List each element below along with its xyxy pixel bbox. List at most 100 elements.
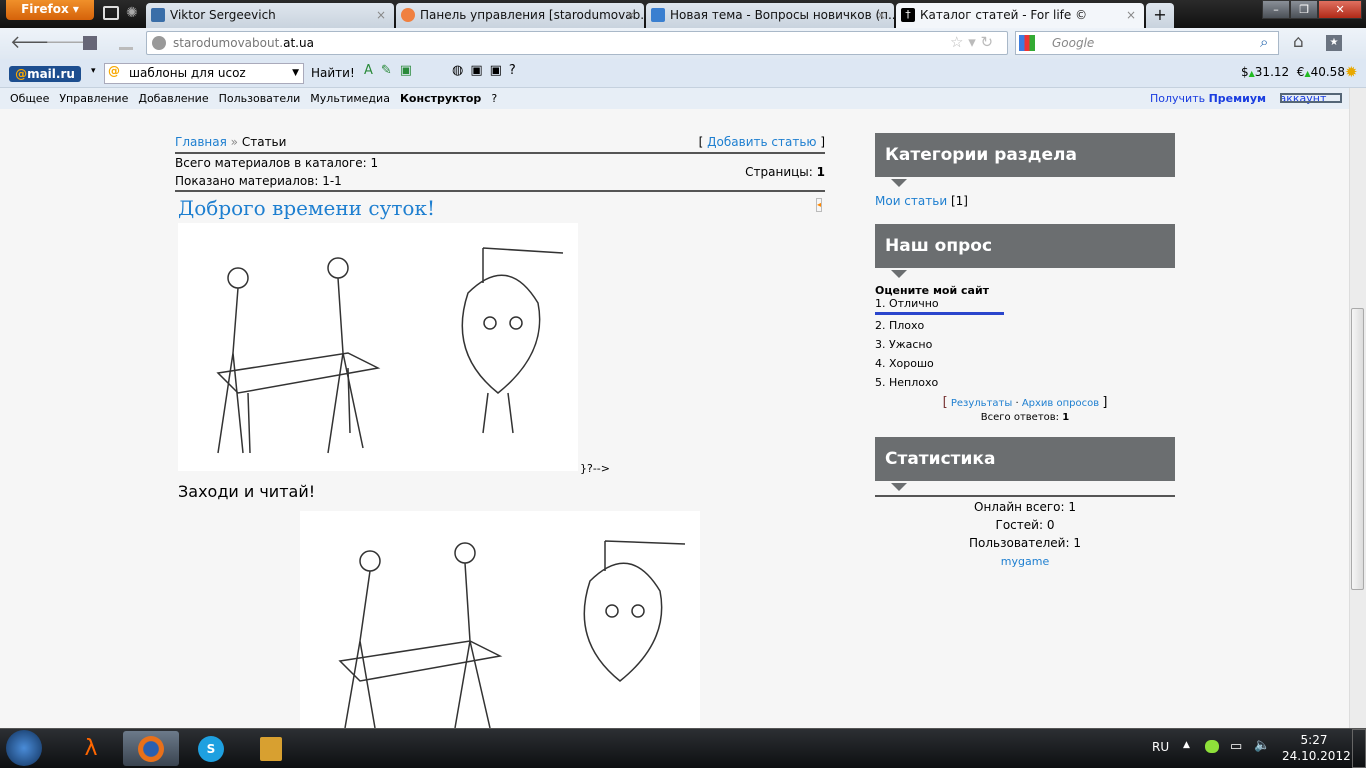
menu-constructor[interactable]: Конструктор: [400, 92, 481, 105]
tab-groups-icon[interactable]: [103, 6, 119, 20]
gear-icon[interactable]: ✹: [1345, 63, 1358, 81]
online-label: Онлайн всего:: [974, 500, 1065, 514]
poll-header: Наш опрос: [875, 224, 1175, 278]
close-tab-icon[interactable]: ×: [376, 3, 386, 27]
tab-title: Viktor Sergeevich: [170, 8, 276, 22]
clock-date: 24.10.2012: [1282, 749, 1351, 763]
chevron-down-icon[interactable]: ▼: [292, 64, 299, 83]
start-button[interactable]: [6, 730, 42, 766]
firefox-label: Firefox: [21, 2, 69, 16]
maximize-button[interactable]: ❐: [1290, 0, 1319, 19]
tab-title: Новая тема - Вопросы новичков (п...: [670, 8, 894, 22]
poll-archive-link[interactable]: Архив опросов: [1022, 398, 1099, 409]
show-hidden-icons[interactable]: ▲: [1183, 740, 1190, 750]
tab-active[interactable]: † Каталог статей - For life © ×: [896, 3, 1144, 28]
collapse-icon[interactable]: ◂: [816, 198, 822, 212]
globe-icon: [152, 36, 166, 50]
menu-add[interactable]: Добавление: [138, 92, 208, 105]
shown-label: Показано материалов:: [175, 174, 319, 188]
find-button[interactable]: Найти!: [311, 66, 355, 80]
eur-rate: 40.58: [1310, 65, 1345, 79]
toolbar-apps-icons[interactable]: ◍▣▣?: [452, 63, 523, 78]
article-image: [178, 223, 578, 471]
menu-management[interactable]: Управление: [59, 92, 128, 105]
online-count: 1: [1068, 500, 1076, 514]
firefox-menu-button[interactable]: Firefox ▾: [6, 0, 94, 20]
total-value: 1: [370, 156, 379, 170]
poll-results-link[interactable]: Результаты: [951, 398, 1012, 409]
poll-question: Оцените мой сайт: [875, 284, 990, 297]
poll-total: 1: [1062, 412, 1070, 423]
new-tab-button[interactable]: +: [1146, 3, 1174, 28]
skype-taskbar-icon[interactable]: S: [183, 731, 239, 766]
tab-1[interactable]: Viktor Sergeevich ×: [146, 3, 394, 28]
category-item: Мои статьи [1]: [875, 194, 1175, 208]
tray-app-icon[interactable]: [1205, 740, 1219, 753]
firefox-taskbar-icon[interactable]: [123, 731, 179, 766]
explorer-taskbar-icon[interactable]: [243, 731, 299, 766]
ucoz-menu: Общее Управление Добавление Пользователи Мул…: [0, 88, 1366, 109]
window-controls: – ❐ ✕: [1262, 0, 1362, 19]
minimize-button[interactable]: –: [1262, 0, 1291, 19]
url-bar[interactable]: starodumovabout.at.ua: [146, 31, 1008, 55]
poll-bar: [875, 312, 1004, 315]
clock[interactable]: 5:27 24.10.2012: [1282, 732, 1351, 764]
tab-favicon: [401, 8, 415, 22]
close-tab-icon[interactable]: ×: [1126, 3, 1136, 27]
poll-option: 3. Ужасно: [875, 338, 933, 351]
mailru-logo[interactable]: @mail.ru: [9, 66, 81, 82]
bookmarks-icon[interactable]: ★: [1326, 35, 1342, 51]
guests-count: 0: [1046, 518, 1055, 532]
scrollbar-thumb[interactable]: [1351, 308, 1364, 590]
close-tab-icon[interactable]: ×: [876, 3, 886, 27]
google-icon[interactable]: [1019, 35, 1035, 51]
stats: Онлайн всего: 1 Гостей: 0 Пользователей:…: [875, 498, 1175, 571]
signal-icon: [119, 38, 133, 50]
tab-title: Каталог статей - For life ©: [920, 8, 1088, 22]
breadcrumb: Главная » Статьи [ Добавить статью ]: [175, 135, 825, 149]
menu-general[interactable]: Общее: [10, 92, 49, 105]
tab-3[interactable]: Новая тема - Вопросы новичков (п... ×: [646, 3, 894, 28]
tab-2[interactable]: Панель управления [starodumovab... ×: [396, 3, 644, 28]
page-number[interactable]: 1: [817, 165, 825, 179]
panel-slider[interactable]: [1280, 93, 1342, 103]
poll: Оцените мой сайт 1. Отлично 2. Плохо 3. …: [875, 284, 1175, 425]
menu-help[interactable]: ?: [491, 92, 497, 105]
article-title[interactable]: Доброго времени суток!: [178, 196, 435, 220]
menu-multimedia[interactable]: Мультимедиа: [310, 92, 390, 105]
poll-option: 1. Отлично: [875, 297, 939, 310]
url-domain: at.ua: [283, 36, 314, 50]
bookmark-star-icon[interactable]: ☆ ▾ ↻: [950, 33, 993, 51]
users-label: Пользователей:: [969, 536, 1070, 550]
sidebar: Категории раздела Мои статьи [1] Наш опр…: [875, 133, 1175, 571]
language-indicator[interactable]: RU: [1152, 740, 1169, 754]
mail-search-input[interactable]: шаблоны для ucoz ▼: [104, 63, 304, 84]
mail-dropdown-icon[interactable]: ▾: [91, 66, 96, 76]
menu-users[interactable]: Пользователи: [219, 92, 301, 105]
breadcrumb-home[interactable]: Главная: [175, 135, 227, 149]
breadcrumb-current: Статьи: [241, 135, 287, 149]
home-icon[interactable]: ⌂: [1293, 32, 1304, 52]
close-window-button[interactable]: ✕: [1318, 0, 1362, 19]
add-article-link[interactable]: Добавить статью: [707, 135, 816, 149]
mail-at-icon: @: [108, 64, 120, 78]
sketch-illustration: [216, 247, 564, 454]
search-input[interactable]: Google: [1015, 31, 1279, 55]
tab-favicon: [151, 8, 165, 22]
logo-text: mail.ru: [27, 67, 75, 81]
show-desktop-button[interactable]: [1352, 729, 1366, 768]
poll-option: 5. Неплохо: [875, 376, 939, 389]
stray-code-text: }?-->: [580, 462, 610, 475]
online-user-link[interactable]: mygame: [1001, 555, 1049, 568]
toolbar-tools-icons[interactable]: A✎▣: [364, 63, 420, 78]
halflife-taskbar-icon[interactable]: λ: [63, 731, 119, 766]
tab-favicon: [651, 8, 665, 22]
volume-icon[interactable]: 🔈: [1254, 738, 1270, 753]
pages-label: Страницы:: [745, 165, 813, 179]
category-link[interactable]: Мои статьи: [875, 194, 947, 208]
search-magnifier-icon[interactable]: ⌕: [1260, 33, 1268, 51]
close-tab-icon[interactable]: ×: [626, 3, 636, 27]
network-icon[interactable]: ▭: [1230, 739, 1242, 754]
speed-dial-icon[interactable]: [83, 36, 97, 50]
main-column: Главная » Статьи [ Добавить статью ] Все…: [175, 135, 825, 224]
